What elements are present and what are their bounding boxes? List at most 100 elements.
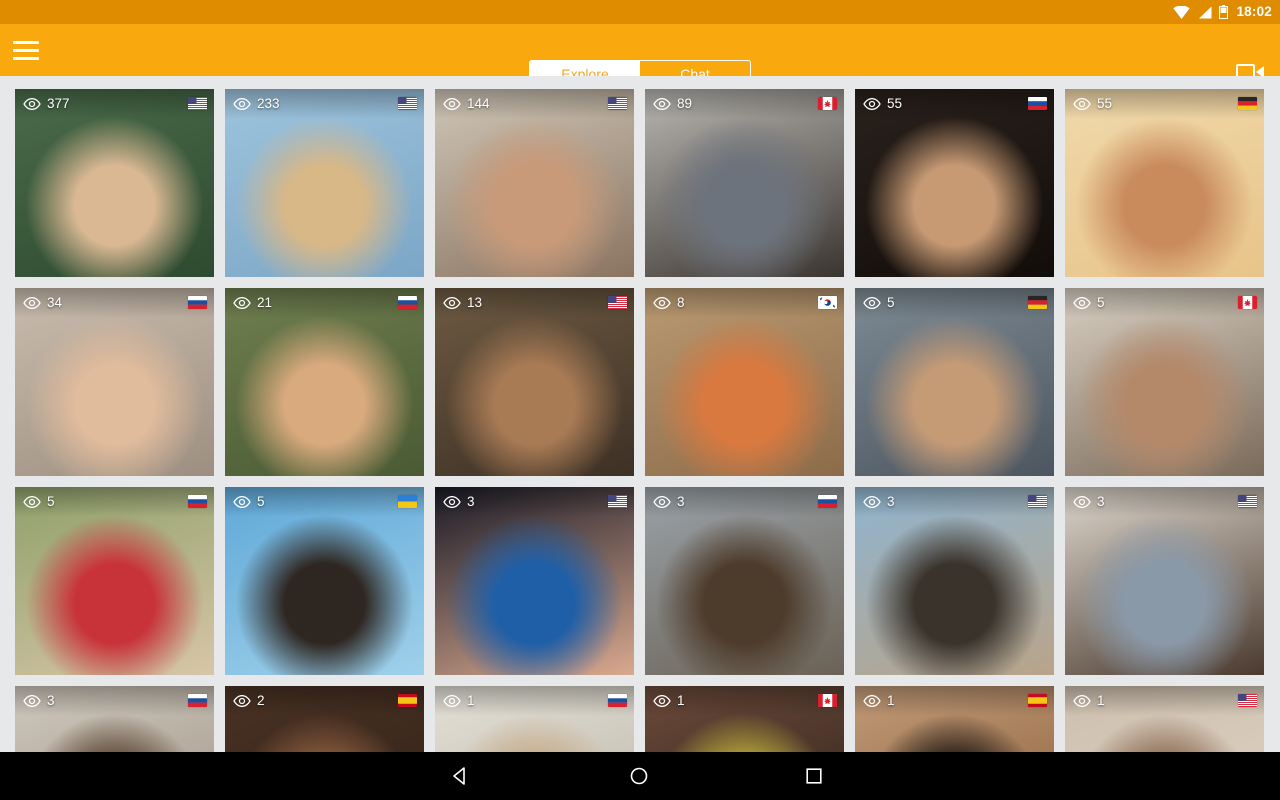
profile-card[interactable]: 5 bbox=[855, 288, 1054, 476]
view-count: 3 bbox=[1073, 495, 1105, 509]
android-nav-bar bbox=[0, 752, 1280, 800]
profile-card[interactable]: 377 bbox=[15, 89, 214, 277]
profile-card[interactable]: 233 bbox=[225, 89, 424, 277]
card-overlay: 3 bbox=[1065, 487, 1264, 517]
profile-card[interactable]: 21 bbox=[225, 288, 424, 476]
country-flag-ru bbox=[188, 495, 207, 508]
view-count: 1 bbox=[653, 694, 685, 708]
eye-icon bbox=[23, 98, 41, 110]
view-count-value: 34 bbox=[47, 295, 63, 311]
card-overlay: 2 bbox=[225, 686, 424, 716]
card-overlay: 13 bbox=[435, 288, 634, 318]
profile-card[interactable]: 3 bbox=[15, 686, 214, 752]
country-flag-us bbox=[398, 97, 417, 110]
profile-card[interactable]: 89 bbox=[645, 89, 844, 277]
country-flag-ru bbox=[608, 694, 627, 707]
view-count-value: 5 bbox=[1097, 295, 1105, 311]
profile-card[interactable]: 1 bbox=[435, 686, 634, 752]
signal-icon bbox=[1199, 6, 1212, 18]
country-flag-es bbox=[398, 694, 417, 707]
view-count: 144 bbox=[443, 97, 490, 111]
view-count-value: 3 bbox=[887, 494, 895, 510]
view-count-value: 89 bbox=[677, 96, 693, 112]
card-overlay: 8 bbox=[645, 288, 844, 318]
country-flag-us bbox=[608, 97, 627, 110]
eye-icon bbox=[23, 496, 41, 508]
view-count-value: 13 bbox=[467, 295, 483, 311]
card-overlay: 5 bbox=[15, 487, 214, 517]
view-count-value: 3 bbox=[467, 494, 475, 510]
profile-card[interactable]: 8 bbox=[645, 288, 844, 476]
country-flag-ru bbox=[1028, 97, 1047, 110]
eye-icon bbox=[863, 695, 881, 707]
eye-icon bbox=[653, 695, 671, 707]
recents-button-icon[interactable] bbox=[804, 766, 824, 786]
profile-card[interactable]: 1 bbox=[645, 686, 844, 752]
profile-card[interactable]: 5 bbox=[15, 487, 214, 675]
profile-card[interactable]: 2 bbox=[225, 686, 424, 752]
profile-grid: 377 233 144 89 55 55 34 21 13 8 5 5 5 5 3 3 3 3 3 2 1 1 1 1 bbox=[0, 76, 1280, 752]
view-count: 8 bbox=[653, 296, 685, 310]
view-count: 21 bbox=[233, 296, 272, 310]
country-flag-ru bbox=[398, 296, 417, 309]
profile-card[interactable]: 13 bbox=[435, 288, 634, 476]
view-count-value: 3 bbox=[677, 494, 685, 510]
card-overlay: 3 bbox=[855, 487, 1054, 517]
profile-card[interactable]: 34 bbox=[15, 288, 214, 476]
view-count: 1 bbox=[443, 694, 475, 708]
card-overlay: 3 bbox=[645, 487, 844, 517]
card-overlay: 89 bbox=[645, 89, 844, 119]
eye-icon bbox=[1073, 695, 1091, 707]
eye-icon bbox=[443, 496, 461, 508]
toolbar: Explore Chat bbox=[0, 24, 1280, 88]
view-count: 55 bbox=[1073, 97, 1112, 111]
eye-icon bbox=[23, 695, 41, 707]
profile-card[interactable]: 55 bbox=[1065, 89, 1264, 277]
profile-card[interactable]: 55 bbox=[855, 89, 1054, 277]
card-overlay: 5 bbox=[225, 487, 424, 517]
profile-card[interactable]: 1 bbox=[1065, 686, 1264, 752]
view-count: 55 bbox=[863, 97, 902, 111]
card-overlay: 1 bbox=[1065, 686, 1264, 716]
profile-card[interactable]: 3 bbox=[855, 487, 1054, 675]
profile-card[interactable]: 3 bbox=[645, 487, 844, 675]
country-flag-ca bbox=[818, 97, 837, 110]
profile-card[interactable]: 5 bbox=[225, 487, 424, 675]
hamburger-menu-icon[interactable] bbox=[13, 37, 39, 63]
view-count-value: 5 bbox=[47, 494, 55, 510]
profile-card[interactable]: 1 bbox=[855, 686, 1054, 752]
view-count-value: 1 bbox=[887, 693, 895, 709]
card-overlay: 1 bbox=[855, 686, 1054, 716]
eye-icon bbox=[443, 695, 461, 707]
view-count-value: 2 bbox=[257, 693, 265, 709]
profile-card[interactable]: 3 bbox=[1065, 487, 1264, 675]
eye-icon bbox=[863, 297, 881, 309]
card-overlay: 34 bbox=[15, 288, 214, 318]
country-flag-ua bbox=[398, 495, 417, 508]
card-overlay: 3 bbox=[435, 487, 634, 517]
eye-icon bbox=[653, 98, 671, 110]
view-count: 233 bbox=[233, 97, 280, 111]
country-flag-ca bbox=[818, 694, 837, 707]
view-count: 34 bbox=[23, 296, 62, 310]
card-overlay: 1 bbox=[645, 686, 844, 716]
hamburger-bar bbox=[13, 56, 39, 60]
country-flag-ru bbox=[818, 495, 837, 508]
eye-icon bbox=[1073, 496, 1091, 508]
view-count-value: 3 bbox=[47, 693, 55, 709]
hamburger-bar bbox=[13, 48, 39, 52]
profile-card[interactable]: 3 bbox=[435, 487, 634, 675]
country-flag-de bbox=[1238, 97, 1257, 110]
country-flag-ru bbox=[188, 296, 207, 309]
home-button-icon[interactable] bbox=[629, 766, 649, 786]
view-count-value: 377 bbox=[47, 96, 70, 112]
card-overlay: 3 bbox=[15, 686, 214, 716]
status-time: 18:02 bbox=[1236, 4, 1272, 19]
country-flag-de bbox=[1028, 296, 1047, 309]
eye-icon bbox=[443, 297, 461, 309]
profile-card[interactable]: 144 bbox=[435, 89, 634, 277]
profile-card[interactable]: 5 bbox=[1065, 288, 1264, 476]
card-overlay: 5 bbox=[855, 288, 1054, 318]
back-button-icon[interactable] bbox=[450, 766, 470, 786]
view-count-value: 55 bbox=[887, 96, 903, 112]
